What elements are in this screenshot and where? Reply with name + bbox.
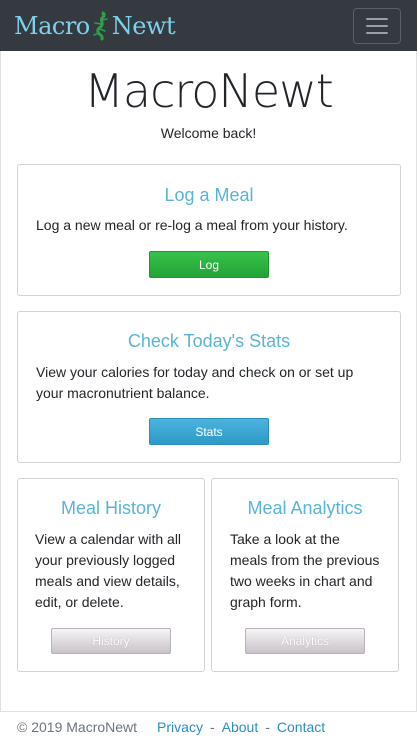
footer-separator: - xyxy=(265,719,270,735)
copyright-text: © 2019 MacroNewt xyxy=(17,719,138,735)
top-navbar: Macro Newt xyxy=(0,0,417,51)
hamburger-menu-icon[interactable] xyxy=(353,7,401,44)
analytics-button[interactable]: Analytics xyxy=(245,628,365,654)
brand-text-newt: Newt xyxy=(111,11,176,40)
meal-analytics-description: Take a look at the meals from the previo… xyxy=(230,531,380,610)
meal-analytics-card: Meal Analytics Take a look at the meals … xyxy=(211,478,399,672)
meal-history-card: Meal History View a calendar with all yo… xyxy=(17,478,205,672)
contact-link[interactable]: Contact xyxy=(277,719,325,735)
welcome-message: Welcome back! xyxy=(160,125,257,141)
stats-button[interactable]: Stats xyxy=(149,418,269,445)
todays-stats-description: View your calories for today and check o… xyxy=(36,364,354,401)
meal-analytics-title: Meal Analytics xyxy=(247,498,363,518)
about-link[interactable]: About xyxy=(222,719,259,735)
page-footer: © 2019 MacroNewt Privacy - About - Contact xyxy=(0,711,417,742)
log-button[interactable]: Log xyxy=(149,251,269,278)
log-meal-title: Log a Meal xyxy=(164,185,254,205)
footer-links: Privacy - About - Contact xyxy=(157,719,325,735)
brand-text-macro: Macro xyxy=(14,11,90,40)
main-content: MacroNewt Welcome back! Log a Meal Log a… xyxy=(0,51,417,711)
meal-history-title: Meal History xyxy=(60,498,162,518)
footer-separator: - xyxy=(209,719,215,735)
log-meal-description: Log a new meal or re-log a meal from you… xyxy=(36,217,348,233)
todays-stats-card: Check Today's Stats View your calories f… xyxy=(17,311,401,463)
brand-logo[interactable]: Macro Newt xyxy=(14,11,176,41)
meal-history-description: View a calendar with all your previously… xyxy=(35,531,182,610)
newt-icon xyxy=(93,11,108,40)
log-meal-card: Log a Meal Log a new meal or re-log a me… xyxy=(17,164,401,296)
page-title: MacroNewt xyxy=(84,64,334,118)
history-button[interactable]: History xyxy=(51,628,171,654)
privacy-link[interactable]: Privacy xyxy=(157,719,203,735)
todays-stats-title: Check Today's Stats xyxy=(127,331,291,351)
